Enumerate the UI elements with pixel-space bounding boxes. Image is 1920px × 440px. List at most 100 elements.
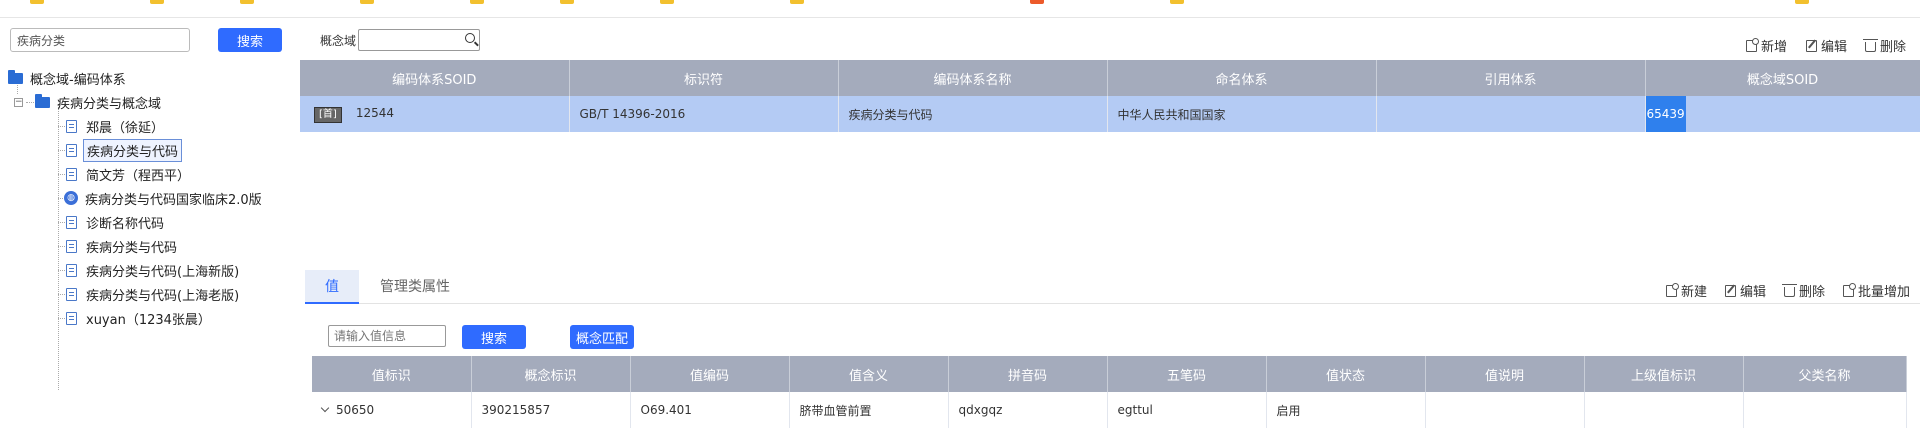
bookmark-folder-icon[interactable] — [240, 0, 254, 4]
folder-icon — [8, 69, 23, 84]
tree-item-selected[interactable]: 疾病分类与代码 — [58, 138, 183, 162]
search-icon[interactable] — [465, 33, 475, 43]
column-header[interactable]: 值标识 — [312, 356, 472, 392]
column-header[interactable]: 引用体系 — [1376, 60, 1646, 96]
cell-domain-soid[interactable]: 65439 — [1645, 96, 1686, 132]
column-header[interactable]: 上级值标识 — [1584, 356, 1744, 392]
column-header[interactable]: 编码体系SOID — [300, 60, 570, 96]
edit-button[interactable]: 编辑 — [1806, 36, 1847, 55]
table-header-row: 值标识 概念标识 值编码 值含义 拼音码 五笔码 值状态 值说明 上级值标识 父… — [312, 356, 1907, 392]
bookmark-folder-icon[interactable] — [660, 0, 674, 4]
new-label: 新建 — [1681, 285, 1708, 300]
value-search-button[interactable]: 搜索 — [462, 325, 526, 349]
add-button[interactable]: 新增 — [1746, 36, 1787, 55]
bookmark-app-icon[interactable] — [1030, 0, 1044, 4]
collapse-icon[interactable]: − — [14, 97, 23, 107]
expand-row-icon[interactable] — [320, 403, 330, 413]
trash-icon — [1782, 283, 1797, 297]
cell-pinyin: qdxgqz — [948, 392, 1108, 428]
delete-button[interactable]: 删除 — [1863, 36, 1907, 55]
column-header[interactable]: 五笔码 — [1107, 356, 1267, 392]
bookmark-folder-icon[interactable] — [360, 0, 374, 4]
column-header[interactable]: 标识符 — [569, 60, 839, 96]
coding-system-table: 编码体系SOID 标识符 编码体系名称 命名体系 引用体系 概念域SOID [首… — [300, 60, 1920, 132]
cell-parent-name — [1743, 392, 1907, 428]
table-row[interactable]: [首] 12544 GB/T 14396-2016 疾病分类与代码 中华人民共和国… — [300, 96, 1920, 132]
tree-item-label: 诊断名称代码 — [86, 216, 165, 232]
tree-search-button[interactable]: 搜索 — [218, 28, 282, 52]
document-icon — [66, 263, 77, 277]
tree-item-label: 疾病分类与代码(上海新版) — [86, 264, 240, 280]
bookmark-folder-icon[interactable] — [1795, 0, 1809, 4]
cell-status: 启用 — [1266, 392, 1426, 428]
column-header[interactable]: 命名体系 — [1107, 60, 1377, 96]
first-row-badge: [首] — [314, 106, 342, 123]
globe-icon: ◍ — [64, 191, 78, 205]
column-header[interactable]: 概念标识 — [471, 356, 631, 392]
table-row[interactable]: 50650 390215857 O69.401 脐带血管前置 qdxgqz eg… — [312, 392, 1907, 428]
column-header[interactable]: 拼音码 — [948, 356, 1108, 392]
column-header[interactable]: 值状态 — [1266, 356, 1426, 392]
bookmark-folder-icon[interactable] — [30, 0, 44, 4]
bookmark-folder-icon[interactable] — [790, 0, 804, 4]
cell-reference — [1376, 96, 1646, 132]
bookmark-folder-icon[interactable] — [1170, 0, 1184, 4]
cell-value-id: 50650 — [336, 403, 375, 417]
batch-add-button[interactable]: 批量增加 — [1843, 281, 1910, 300]
add-label: 新增 — [1761, 40, 1788, 55]
bookmark-folder-icon[interactable] — [470, 0, 484, 4]
column-header[interactable]: 编码体系名称 — [838, 60, 1108, 96]
edit-icon — [1725, 284, 1736, 297]
tree-item[interactable]: 疾病分类与代码(上海新版) — [58, 260, 242, 280]
column-header[interactable]: 值说明 — [1425, 356, 1585, 392]
tree-item[interactable]: 郑晨（徐延） — [58, 116, 167, 136]
tree-item[interactable]: 疾病分类与代码 — [58, 236, 180, 256]
column-header[interactable]: 父类名称 — [1743, 356, 1907, 392]
edit-value-button[interactable]: 编辑 — [1725, 281, 1766, 300]
cell-code: O69.401 — [630, 392, 790, 428]
cell-identifier: GB/T 14396-2016 — [569, 96, 839, 132]
document-icon — [66, 167, 77, 181]
domain-label: 概念域 — [320, 34, 357, 48]
folder-icon — [35, 93, 50, 108]
tab-management-attributes[interactable]: 管理类属性 — [365, 270, 465, 304]
tree-item-label: 疾病分类与代码国家临床2.0版 — [85, 192, 262, 208]
domain-search-input[interactable] — [358, 29, 480, 51]
cell-name: 疾病分类与代码 — [838, 96, 1108, 132]
bookmark-folder-icon[interactable] — [560, 0, 574, 4]
tree-group-label: 疾病分类与概念域 — [57, 96, 162, 112]
tab-values[interactable]: 值 — [305, 270, 359, 304]
cell-parent-id — [1584, 392, 1744, 428]
column-header[interactable]: 值含义 — [789, 356, 949, 392]
column-header[interactable]: 概念域SOID — [1645, 60, 1920, 96]
cell-soid: 12544 — [355, 105, 394, 120]
tree-group[interactable]: − 疾病分类与概念域 — [14, 92, 164, 112]
new-button[interactable]: 新建 — [1666, 281, 1707, 300]
tree-item[interactable]: ◍ 疾病分类与代码国家临床2.0版 — [58, 188, 265, 208]
document-icon — [66, 239, 77, 253]
column-header[interactable]: 值编码 — [630, 356, 790, 392]
tree-item[interactable]: 简文芳（程西平） — [58, 164, 193, 184]
batch-add-label: 批量增加 — [1858, 285, 1911, 300]
document-icon — [66, 311, 77, 325]
document-icon — [66, 119, 77, 133]
tree-item[interactable]: 疾病分类与代码(上海老版) — [58, 284, 242, 304]
bookmark-folder-icon[interactable] — [150, 0, 164, 4]
concept-match-button[interactable]: 概念匹配 — [570, 325, 634, 349]
edit-icon — [1806, 39, 1817, 52]
tree-item[interactable]: 诊断名称代码 — [58, 212, 167, 232]
value-search-input[interactable] — [328, 325, 446, 347]
tree-root[interactable]: 概念域-编码体系 — [8, 68, 129, 88]
delete-label: 删除 — [1880, 40, 1907, 55]
tree-item-label: 简文芳（程西平） — [86, 168, 191, 184]
document-icon — [66, 287, 77, 301]
delete-label: 删除 — [1799, 285, 1826, 300]
tree-search-input[interactable] — [10, 28, 190, 52]
tree-item-label: 郑晨（徐延） — [86, 120, 165, 136]
tree-item[interactable]: xuyan（1234张晨） — [58, 308, 214, 328]
document-icon — [66, 143, 77, 157]
edit-label: 编辑 — [1740, 285, 1767, 300]
delete-value-button[interactable]: 删除 — [1782, 281, 1826, 300]
trash-icon — [1863, 38, 1878, 52]
tree-item-label: 疾病分类与代码(上海老版) — [86, 288, 240, 304]
